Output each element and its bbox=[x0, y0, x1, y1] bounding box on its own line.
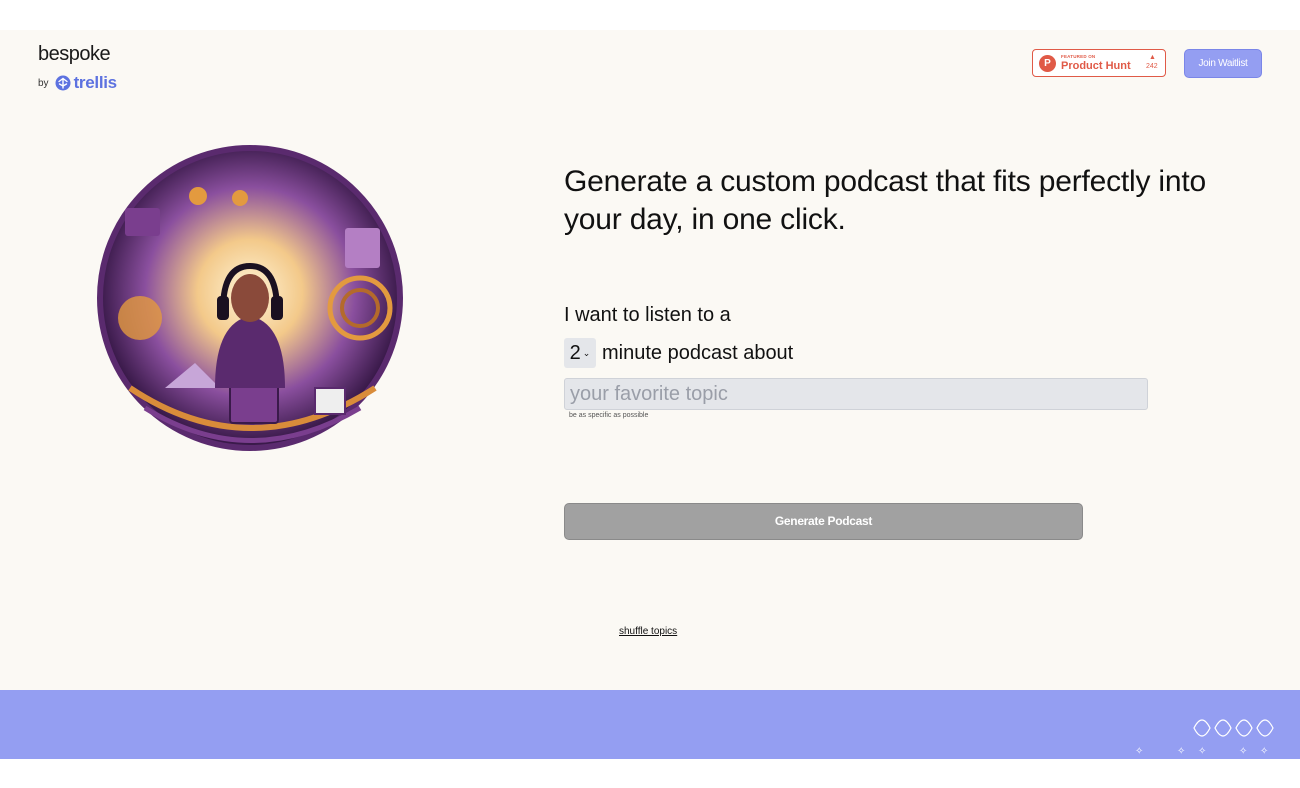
chevron-down-icon: ⌄ bbox=[582, 347, 591, 358]
logo-byline: by trellis bbox=[38, 73, 117, 93]
duration-value: 2 bbox=[569, 341, 581, 364]
footer: ✧ ✧ ✧ ✧ ✧ bbox=[0, 690, 1300, 759]
page-title: Generate a custom podcast that fits perf… bbox=[564, 165, 1207, 236]
duration-select[interactable]: 2 ⌄ bbox=[564, 338, 596, 368]
topic-input[interactable] bbox=[564, 378, 1148, 410]
svg-text:✧: ✧ bbox=[1260, 746, 1268, 757]
svg-text:✧: ✧ bbox=[1135, 746, 1143, 757]
svg-text:✧: ✧ bbox=[1239, 746, 1247, 757]
svg-text:✧: ✧ bbox=[1177, 746, 1185, 757]
producthunt-featured-label: FEATURED ON bbox=[1061, 54, 1096, 59]
producthunt-badge[interactable]: P FEATURED ON Product Hunt ▲ 242 bbox=[1032, 49, 1166, 77]
main-page: bespoke by trellis P FEATURED ON Product… bbox=[0, 30, 1300, 690]
svg-text:✧: ✧ bbox=[1198, 746, 1206, 757]
shuffle-topics-link[interactable]: shuffle topics bbox=[619, 626, 677, 637]
topic-hint: be as specific as possible bbox=[569, 412, 649, 419]
producthunt-upvote-count: 242 bbox=[1146, 63, 1158, 70]
prompt-line-1: I want to listen to a bbox=[564, 304, 731, 326]
triangle-up-icon: ▲ bbox=[1149, 54, 1156, 61]
producthunt-icon: P bbox=[1039, 55, 1056, 72]
prompt-line-2: 2 ⌄ minute podcast about bbox=[564, 338, 793, 368]
logo[interactable]: bespoke by trellis bbox=[38, 43, 117, 92]
prompt-line-2-text: minute podcast about bbox=[602, 341, 794, 364]
generate-podcast-button[interactable]: Generate Podcast bbox=[564, 503, 1083, 540]
trellis-logo-icon bbox=[55, 75, 71, 91]
logo-name: bespoke bbox=[38, 43, 111, 65]
sparkle-decoration-icon: ✧ ✧ ✧ ✧ ✧ bbox=[1135, 719, 1274, 757]
producthunt-name: Product Hunt bbox=[1061, 60, 1131, 72]
logo-brand: trellis bbox=[73, 73, 118, 92]
podcast-illustration bbox=[97, 145, 403, 451]
join-waitlist-button[interactable]: Join Waitlist bbox=[1184, 49, 1262, 78]
logo-by-text: by bbox=[38, 77, 49, 89]
